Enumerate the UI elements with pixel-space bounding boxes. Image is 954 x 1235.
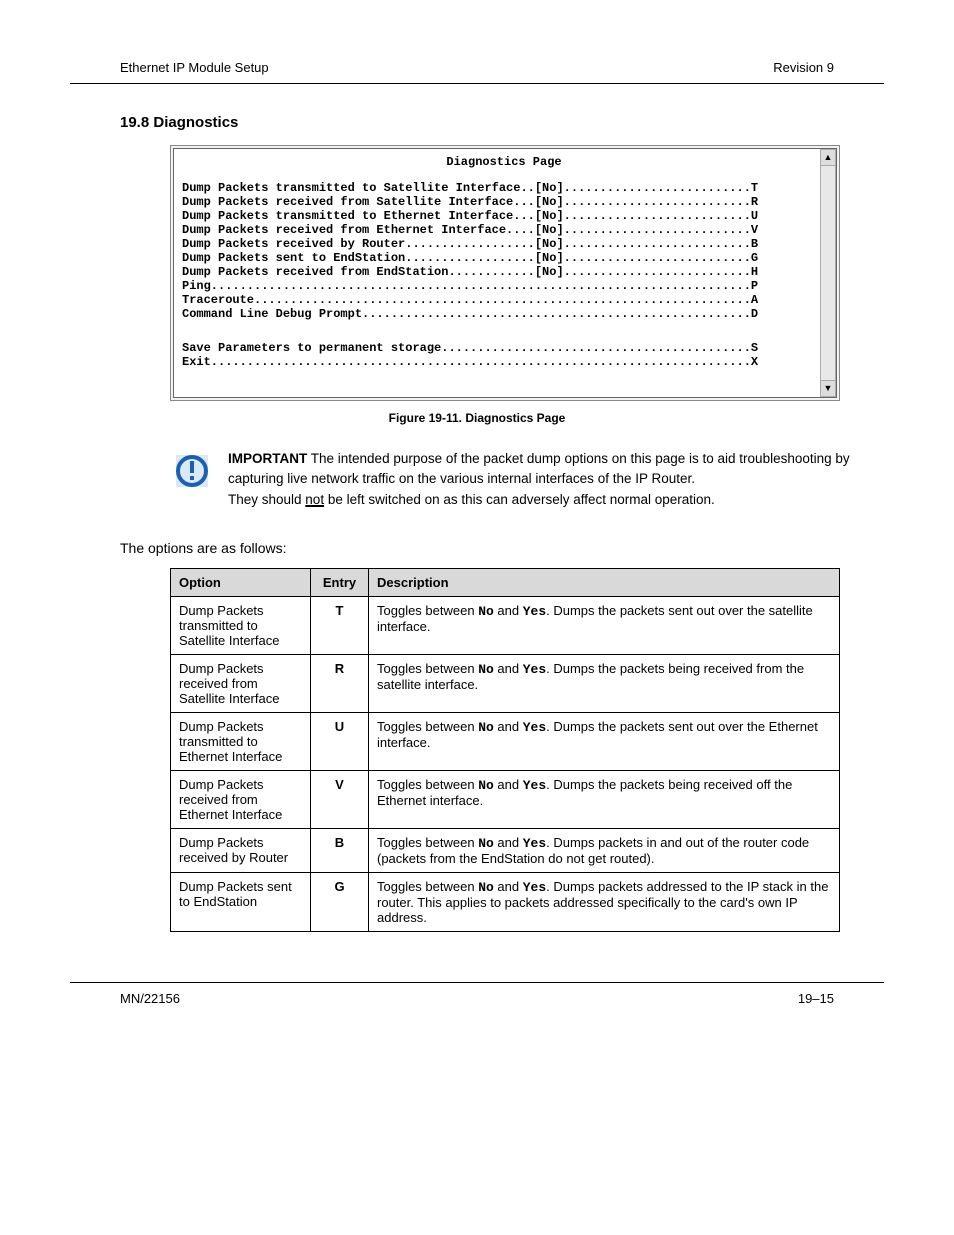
table-header-row: Option Entry Description <box>171 568 840 596</box>
cell-entry: B <box>311 828 369 872</box>
terminal-line: Ping....................................… <box>182 279 826 293</box>
important-note: IMPORTANT The intended purpose of the pa… <box>170 449 884 510</box>
value-no: No <box>478 604 494 619</box>
th-description: Description <box>369 568 840 596</box>
cell-entry: G <box>311 872 369 931</box>
cell-option: Dump Packets received from Satellite Int… <box>171 654 311 712</box>
options-table: Option Entry Description Dump Packets tr… <box>170 568 840 932</box>
page-header: Ethernet IP Module Setup Revision 9 <box>70 60 884 84</box>
value-yes: Yes <box>523 880 546 895</box>
hotkey: R <box>335 661 344 676</box>
footer-left: MN/22156 <box>120 991 180 1006</box>
value-yes: Yes <box>523 836 546 851</box>
page-footer: MN/22156 19–15 <box>70 982 884 1006</box>
value-yes: Yes <box>523 720 546 735</box>
header-left: Ethernet IP Module Setup <box>120 60 269 75</box>
header-right: Revision 9 <box>773 60 834 75</box>
note-not-underlined: not <box>305 492 324 507</box>
options-intro: The options are as follows: <box>120 540 884 556</box>
terminal-line: Dump Packets received from Ethernet Inte… <box>182 223 826 237</box>
terminal-screenshot: ▲ ▼ Diagnostics Page Dump Packets transm… <box>170 145 840 401</box>
cell-option: Dump Packets sent to EndStation <box>171 872 311 931</box>
value-no: No <box>478 836 494 851</box>
figure-caption: Figure 19-11. Diagnostics Page <box>70 411 884 425</box>
cell-entry: R <box>311 654 369 712</box>
cell-option: Dump Packets transmitted to Ethernet Int… <box>171 712 311 770</box>
cell-description: Toggles between No and Yes. Dumps packet… <box>369 828 840 872</box>
value-no: No <box>478 880 494 895</box>
value-no: No <box>478 662 494 677</box>
table-row: Dump Packets received by Router B Toggles … <box>171 828 840 872</box>
cell-description: Toggles between No and Yes. Dumps the pa… <box>369 596 840 654</box>
terminal-line: Traceroute..............................… <box>182 293 826 307</box>
cell-description: Toggles between No and Yes. Dumps the pa… <box>369 654 840 712</box>
terminal-line: Exit....................................… <box>182 355 826 369</box>
table-row: Dump Packets transmitted to Satellite In… <box>171 596 840 654</box>
cell-option: Dump Packets transmitted to Satellite In… <box>171 596 311 654</box>
section-heading: 19.8 Diagnostics <box>120 114 884 131</box>
cell-option: Dump Packets received by Router <box>171 828 311 872</box>
terminal-line: Dump Packets received from EndStation...… <box>182 265 826 279</box>
table-row: Dump Packets received from Satellite Int… <box>171 654 840 712</box>
scrollbar[interactable]: ▲ ▼ <box>820 149 836 397</box>
hotkey: T <box>336 603 344 618</box>
note-sentence-2a: They should <box>228 492 305 507</box>
hotkey: B <box>335 835 344 850</box>
terminal-line: Dump Packets sent to EndStation.........… <box>182 251 826 265</box>
cell-entry: V <box>311 770 369 828</box>
table-row: Dump Packets received from Ethernet Inte… <box>171 770 840 828</box>
cell-option: Dump Packets received from Ethernet Inte… <box>171 770 311 828</box>
scroll-down-icon[interactable]: ▼ <box>821 380 835 396</box>
cell-description: Toggles between No and Yes. Dumps packet… <box>369 872 840 931</box>
hotkey: U <box>335 719 344 734</box>
note-sentence-2b: be left switched on as this can adversel… <box>324 492 715 507</box>
cell-description: Toggles between No and Yes. Dumps the pa… <box>369 770 840 828</box>
terminal-title: Diagnostics Page <box>182 155 826 169</box>
note-sentence-1: The intended purpose of the packet dump … <box>228 451 850 486</box>
cell-entry: U <box>311 712 369 770</box>
terminal-line: Dump Packets transmitted to Ethernet Int… <box>182 209 826 223</box>
important-icon <box>170 449 214 493</box>
th-option: Option <box>171 568 311 596</box>
cell-entry: T <box>311 596 369 654</box>
terminal-line: Save Parameters to permanent storage....… <box>182 341 826 355</box>
terminal-line: Command Line Debug Prompt...............… <box>182 307 826 321</box>
terminal-line: Dump Packets received by Router.........… <box>182 237 826 251</box>
terminal-line: Dump Packets received from Satellite Int… <box>182 195 826 209</box>
value-yes: Yes <box>523 604 546 619</box>
value-no: No <box>478 778 494 793</box>
th-entry: Entry <box>311 568 369 596</box>
hotkey: V <box>335 777 344 792</box>
important-label: IMPORTANT <box>228 451 307 466</box>
table-row: Dump Packets sent to EndStation G Toggles … <box>171 872 840 931</box>
table-row: Dump Packets transmitted to Ethernet Int… <box>171 712 840 770</box>
scroll-up-icon[interactable]: ▲ <box>821 150 835 166</box>
hotkey: G <box>334 879 344 894</box>
terminal-line: Dump Packets transmitted to Satellite In… <box>182 181 826 195</box>
value-no: No <box>478 720 494 735</box>
value-yes: Yes <box>523 778 546 793</box>
value-yes: Yes <box>523 662 546 677</box>
footer-right: 19–15 <box>798 991 834 1006</box>
cell-description: Toggles between No and Yes. Dumps the pa… <box>369 712 840 770</box>
